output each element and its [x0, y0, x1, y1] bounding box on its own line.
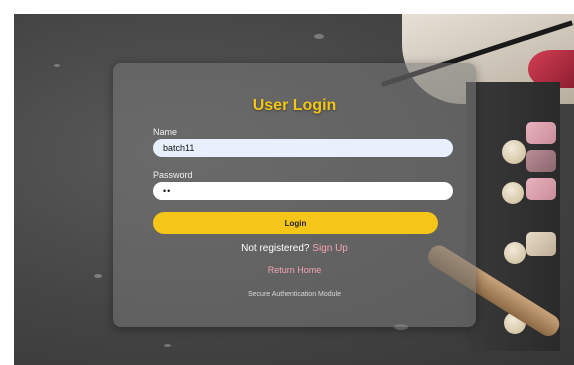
palette-circle — [502, 140, 526, 164]
sign-up-link[interactable]: Sign Up — [312, 243, 348, 254]
password-input[interactable] — [153, 182, 453, 200]
background-speck — [314, 34, 324, 39]
palette-pan — [526, 150, 556, 172]
palette-circle — [504, 242, 526, 264]
password-label: Password — [153, 170, 193, 180]
background-speck — [94, 274, 102, 278]
footer-text: Secure Authentication Module — [247, 291, 341, 298]
palette-pan — [526, 232, 556, 256]
not-registered-text: Not registered? — [241, 243, 310, 254]
login-title: User Login — [252, 97, 337, 114]
background-speck — [54, 64, 60, 67]
login-card: User Login Name Password Login Not regis… — [113, 63, 476, 327]
background-speck — [164, 344, 171, 347]
palette-pan — [526, 178, 556, 200]
login-button[interactable]: Login — [153, 212, 438, 234]
name-label: Name — [153, 127, 178, 137]
palette-pan — [526, 122, 556, 144]
return-home-link[interactable]: Return Home — [113, 265, 476, 275]
name-input[interactable] — [153, 139, 453, 157]
palette-circle — [502, 182, 524, 204]
registration-prompt: Not registered? Sign Up — [113, 243, 476, 254]
